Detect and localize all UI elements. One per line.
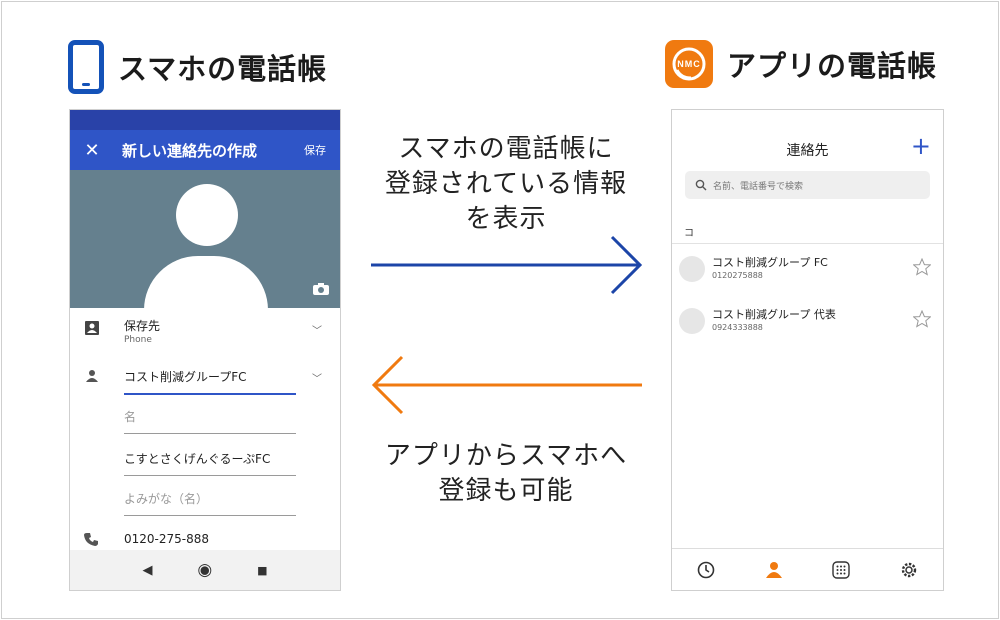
avatar-head [176, 184, 238, 246]
search-icon [695, 179, 707, 191]
phonetic-family-field[interactable]: こすとさくげんぐるーぷFC [124, 450, 296, 476]
phone-row: 0120-275-888 [70, 530, 340, 550]
history-icon[interactable] [696, 560, 716, 580]
nav-home-button[interactable]: ◉ [197, 560, 212, 580]
storage-row[interactable]: 保存先 Phone ﹀ [70, 314, 340, 354]
person-icon [86, 370, 98, 382]
contact-list-item[interactable]: コスト削減グループ 代表 0924333888 [672, 302, 943, 342]
contacts-title: 連絡先 [786, 143, 829, 159]
name-row: コスト削減グループFC ﹀ [70, 366, 340, 398]
chevron-down-icon[interactable]: ﹀ [312, 322, 322, 337]
save-button[interactable]: 保存 [304, 142, 340, 158]
app-logo-text: NMC [677, 59, 701, 69]
phone-icon [84, 533, 98, 546]
display-caption-line: スマホの電話帳に [398, 134, 614, 164]
app-heading: NMC アプリの電話帳 [665, 40, 937, 88]
phonetic-given-field[interactable]: よみがな（名） [124, 490, 296, 516]
storage-value: Phone [124, 335, 152, 345]
keypad-icon[interactable] [831, 560, 851, 580]
phone-number-field[interactable]: 0120-275-888 [124, 532, 209, 546]
display-caption: スマホの電話帳に 登録されている情報 を表示 [348, 132, 664, 237]
star-icon[interactable] [913, 258, 931, 276]
app-heading-text: アプリの電話帳 [727, 49, 938, 83]
search-placeholder: 名前、電話番号で検索 [713, 181, 804, 192]
app-tab-bar [672, 548, 943, 590]
storage-label: 保存先 [124, 319, 161, 333]
blue-right-arrow [371, 235, 643, 295]
star-icon[interactable] [913, 310, 931, 328]
display-caption-line: 登録されている情報 [384, 169, 628, 199]
contact-number: 0924333888 [712, 323, 763, 332]
register-caption: アプリからスマホへ 登録も可能 [348, 439, 664, 509]
android-contact-form: ✕ 新しい連絡先の作成 保存 保存先 Phone ﹀ コスト削減グループFC ﹀… [69, 109, 341, 591]
nav-recent-button[interactable]: ■ [257, 564, 267, 577]
register-caption-line: 登録も可能 [438, 476, 574, 506]
app-contacts-screen: 連絡先 + 名前、電話番号で検索 コ コスト削減グループ FC 01202758… [671, 109, 944, 591]
contact-search-input[interactable]: 名前、電話番号で検索 [685, 171, 930, 199]
register-caption-line: アプリからスマホへ [384, 441, 628, 471]
smartphone-heading: スマホの電話帳 [68, 40, 327, 94]
nav-back-button[interactable]: ◀ [142, 563, 152, 578]
status-bar [70, 110, 340, 130]
contact-avatar [679, 256, 705, 282]
smartphone-icon [68, 40, 104, 94]
given-name-field[interactable]: 名 [124, 408, 296, 434]
contact-photo-area[interactable] [70, 170, 340, 310]
form-title: 新しい連絡先の作成 [122, 141, 258, 160]
avatar-body [144, 256, 268, 310]
figure-frame: スマホの電話帳 NMC アプリの電話帳 ✕ 新しい連絡先の作成 保存 保存先 P… [1, 1, 999, 619]
android-nav-bar: ◀ ◉ ■ [70, 550, 340, 590]
smartphone-heading-text: スマホの電話帳 [118, 52, 328, 86]
account-box-icon [85, 321, 99, 335]
app-logo-icon: NMC [665, 40, 713, 88]
contacts-icon[interactable] [764, 560, 784, 580]
add-contact-button[interactable]: + [911, 134, 931, 158]
contact-number: 0120275888 [712, 271, 763, 280]
display-caption-line: を表示 [465, 204, 547, 234]
contact-name: コスト削減グループ 代表 [712, 308, 836, 321]
name-field[interactable]: コスト削減グループFC [124, 368, 296, 395]
form-app-bar: ✕ 新しい連絡先の作成 保存 [70, 130, 340, 170]
contact-name: コスト削減グループ FC [712, 256, 828, 269]
contact-list-item[interactable]: コスト削減グループ FC 0120275888 [672, 250, 943, 290]
chevron-down-icon[interactable]: ﹀ [312, 370, 322, 385]
contact-avatar [679, 308, 705, 334]
camera-icon[interactable] [312, 282, 330, 296]
orange-left-arrow [371, 355, 642, 415]
section-header: コ [672, 224, 943, 244]
close-button[interactable]: ✕ [70, 140, 114, 161]
settings-icon[interactable] [899, 560, 919, 580]
